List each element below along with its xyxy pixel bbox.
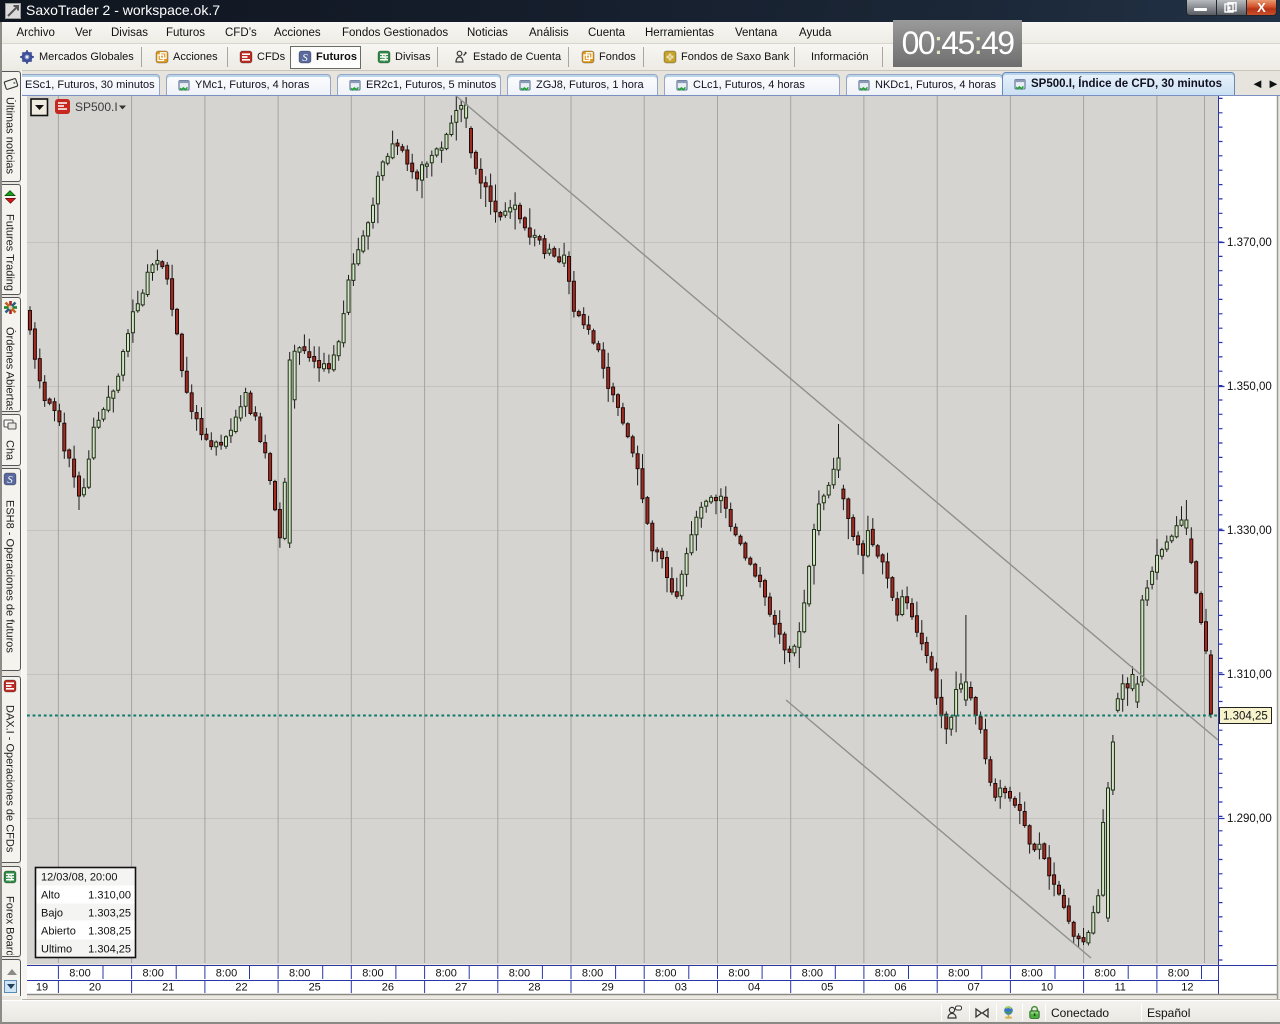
svg-text:10: 10 <box>1041 982 1053 994</box>
svg-text:8:00: 8:00 <box>655 968 676 980</box>
svg-text:8:00: 8:00 <box>69 968 90 980</box>
svg-text:8:00: 8:00 <box>1168 968 1189 980</box>
svg-text:8:00: 8:00 <box>509 968 530 980</box>
svg-text:8:00: 8:00 <box>1094 968 1115 980</box>
svg-text:05: 05 <box>821 982 833 994</box>
svg-text:29: 29 <box>601 982 613 994</box>
svg-text:1.304,25: 1.304,25 <box>1223 711 1268 723</box>
svg-text:1.308,25: 1.308,25 <box>88 926 131 938</box>
svg-text:S: S <box>7 474 13 486</box>
svg-text:22: 22 <box>235 982 247 994</box>
svg-text:11: 11 <box>1114 982 1125 994</box>
svg-text:1.370,00: 1.370,00 <box>1227 237 1272 249</box>
svg-text:8:00: 8:00 <box>1021 968 1042 980</box>
svg-text:8:00: 8:00 <box>289 968 310 980</box>
svg-text:28: 28 <box>528 982 540 994</box>
svg-text:8:00: 8:00 <box>875 968 896 980</box>
svg-text:12: 12 <box>1181 982 1193 994</box>
svg-text:Bajo: Bajo <box>41 908 63 920</box>
svg-text:Abierto: Abierto <box>41 926 76 938</box>
svg-text:SP500.I: SP500.I <box>75 100 118 114</box>
svg-text:1.310,00: 1.310,00 <box>1227 669 1272 681</box>
svg-text:1.350,00: 1.350,00 <box>1227 381 1272 393</box>
svg-text:12/03/08, 20:00: 12/03/08, 20:00 <box>41 872 117 884</box>
svg-text:21: 21 <box>162 982 174 994</box>
svg-text:Alto: Alto <box>41 890 60 902</box>
svg-text:1.310,00: 1.310,00 <box>88 890 131 902</box>
svg-text:06: 06 <box>894 982 906 994</box>
svg-text:8:00: 8:00 <box>948 968 969 980</box>
svg-text:1.304,25: 1.304,25 <box>88 944 131 956</box>
svg-text:Ultimo: Ultimo <box>41 944 72 956</box>
svg-text:8:00: 8:00 <box>142 968 163 980</box>
svg-text:19: 19 <box>36 982 48 994</box>
svg-text:$: $ <box>7 873 12 883</box>
svg-text:04: 04 <box>748 982 760 994</box>
svg-text:1.330,00: 1.330,00 <box>1227 525 1272 537</box>
svg-text:1.290,00: 1.290,00 <box>1227 813 1272 825</box>
svg-text:27: 27 <box>455 982 467 994</box>
svg-text:$: $ <box>381 53 386 63</box>
svg-text:S: S <box>302 52 308 64</box>
svg-text:1.303,25: 1.303,25 <box>88 908 131 920</box>
svg-text:8:00: 8:00 <box>802 968 823 980</box>
svg-text:20: 20 <box>89 982 101 994</box>
svg-text:26: 26 <box>382 982 394 994</box>
svg-text:8:00: 8:00 <box>582 968 603 980</box>
svg-text:8:00: 8:00 <box>728 968 749 980</box>
svg-text:8:00: 8:00 <box>362 968 383 980</box>
svg-text:25: 25 <box>309 982 321 994</box>
svg-text:07: 07 <box>968 982 980 994</box>
svg-text:8:00: 8:00 <box>216 968 237 980</box>
svg-text:03: 03 <box>675 982 687 994</box>
svg-text:8:00: 8:00 <box>435 968 456 980</box>
